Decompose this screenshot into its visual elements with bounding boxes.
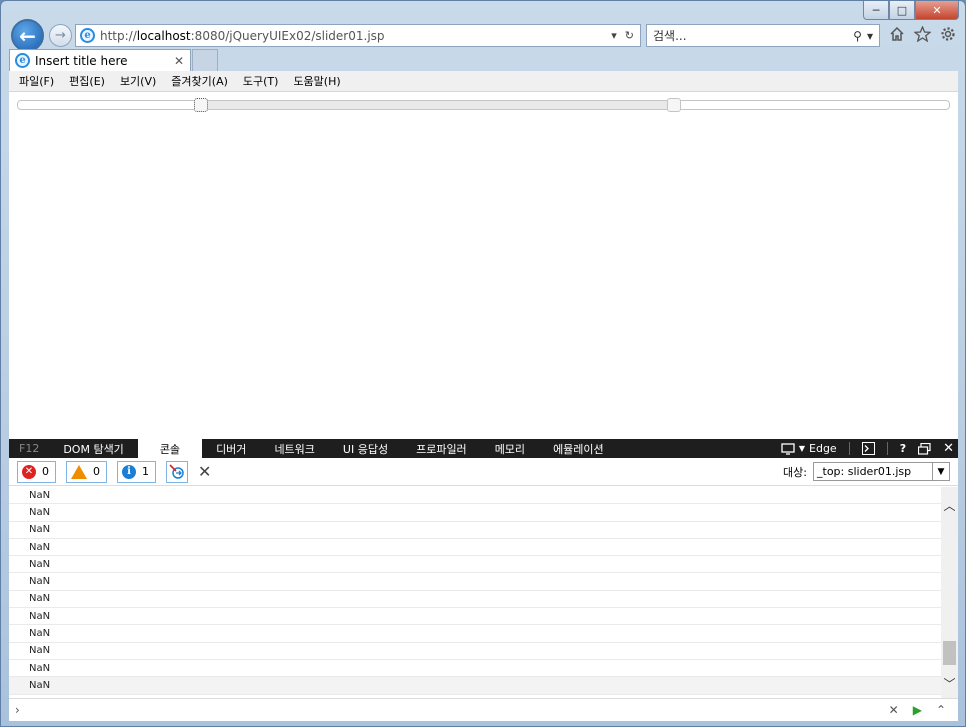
- close-devtools-button[interactable]: ✕: [943, 441, 954, 456]
- target-dropdown[interactable]: _top: slider01.jsp ▼: [813, 462, 950, 481]
- toolbar-icons: [889, 26, 956, 42]
- home-icon[interactable]: [889, 26, 905, 42]
- search-placeholder: 검색...: [653, 29, 687, 43]
- console-toolbar: ✕ 0 0 i 1 ✕ 대상: _top: slider01.jsp ▼: [9, 458, 958, 486]
- search-dropdown-icon[interactable]: ▾: [867, 29, 873, 43]
- forward-arrow-icon: →: [55, 28, 66, 43]
- undock-icon[interactable]: [918, 442, 931, 455]
- help-button[interactable]: ?: [900, 442, 906, 455]
- clear-on-navigate-button[interactable]: [166, 460, 188, 483]
- new-tab-button[interactable]: [192, 49, 218, 71]
- console-log-row: NaN: [9, 643, 941, 660]
- menu-help[interactable]: 도움말(H): [293, 73, 340, 89]
- scroll-up-chevron-icon[interactable]: ︿: [941, 497, 958, 514]
- browser-window: ─ □ ✕ ← → e http://localhost:8080/jQuery…: [0, 0, 966, 727]
- console-log-row: NaN: [9, 522, 941, 539]
- console-output: NaN NaN NaN NaN NaN NaN NaN NaN NaN NaN NaN NaN: [9, 487, 941, 698]
- document-mode-dropdown[interactable]: ▼ Edge: [781, 442, 837, 455]
- console-scrollbar[interactable]: ︿ ﹀: [941, 487, 958, 698]
- separator: [886, 442, 888, 455]
- menu-view[interactable]: 보기(V): [120, 73, 156, 89]
- console-log-row: NaN: [9, 677, 941, 695]
- tab-profiler[interactable]: 프로파일러: [402, 439, 481, 458]
- refresh-icon[interactable]: ↻: [625, 29, 634, 42]
- close-tab-icon[interactable]: ✕: [174, 54, 184, 68]
- back-arrow-icon: ←: [19, 23, 36, 48]
- tab-ie-icon: e: [15, 53, 30, 68]
- tab-network[interactable]: 네트워크: [260, 439, 328, 458]
- address-dropdown-icon[interactable]: ▾: [611, 29, 617, 42]
- warnings-filter-button[interactable]: 0: [66, 460, 107, 483]
- tab-emulation[interactable]: 에뮬레이션: [539, 439, 618, 458]
- target-label: 대상:: [783, 465, 807, 479]
- tab-strip: e Insert title here ✕: [1, 49, 965, 71]
- devtools-f12-label: F12: [19, 442, 40, 455]
- errors-count: 0: [42, 465, 49, 478]
- messages-filter-button[interactable]: i 1: [117, 460, 156, 483]
- console-log-row: NaN: [9, 608, 941, 626]
- tools-gear-icon[interactable]: [940, 26, 956, 42]
- menu-favorites[interactable]: 즐겨찾기(A): [171, 73, 228, 89]
- console-toggle-icon[interactable]: [861, 442, 875, 455]
- clear-input-icon[interactable]: ✕: [889, 703, 899, 717]
- run-script-icon[interactable]: ▶: [913, 703, 922, 717]
- separator: [848, 442, 850, 455]
- developer-tools: F12 DOM 탐색기 콘솔 디버거 네트워크 UI 응답성 프로파일러 메모리…: [9, 439, 958, 721]
- range-slider[interactable]: [17, 98, 950, 112]
- console-log-row: NaN: [9, 504, 941, 522]
- clear-console-icon[interactable]: ✕: [198, 462, 211, 481]
- back-button[interactable]: ←: [11, 19, 44, 52]
- console-log-row: NaN: [9, 573, 941, 591]
- search-box[interactable]: 검색... ⚲ ▾: [646, 24, 880, 47]
- menu-edit[interactable]: 편집(E): [69, 73, 105, 89]
- page-content: [9, 92, 958, 439]
- tab-memory[interactable]: 메모리: [481, 439, 539, 458]
- expand-multiline-icon[interactable]: ⌃: [936, 703, 946, 717]
- tab-ui-responsiveness[interactable]: UI 응답성: [329, 439, 402, 458]
- ie-page-icon: e: [80, 28, 95, 43]
- slider-handle-min[interactable]: [194, 98, 209, 112]
- console-log-row: NaN: [9, 487, 941, 505]
- forward-button[interactable]: →: [49, 24, 72, 47]
- devtools-tab-bar: F12 DOM 탐색기 콘솔 디버거 네트워크 UI 응답성 프로파일러 메모리…: [9, 439, 958, 458]
- error-icon: ✕: [22, 464, 36, 479]
- info-icon: i: [122, 464, 136, 479]
- tab-console[interactable]: 콘솔: [137, 439, 203, 458]
- tab-debugger[interactable]: 디버거: [202, 439, 260, 458]
- document-mode-label: Edge: [809, 442, 837, 455]
- console-log-row: NaN: [9, 556, 941, 574]
- chevron-down-icon: ▼: [932, 463, 949, 480]
- slider-handle-max[interactable]: [667, 98, 682, 112]
- console-log-row: NaN: [9, 539, 941, 557]
- console-log-row: NaN: [9, 660, 941, 678]
- dropdown-caret-icon: ▼: [798, 444, 806, 453]
- address-bar[interactable]: e http://localhost:8080/jQueryUIEx02/sli…: [75, 24, 641, 47]
- tab-dom-explorer[interactable]: DOM 탐색기: [49, 439, 137, 458]
- search-icon[interactable]: ⚲: [853, 29, 862, 43]
- target-selector: 대상: _top: slider01.jsp ▼: [783, 462, 950, 481]
- tab-title: Insert title here: [35, 53, 128, 68]
- favorites-star-icon[interactable]: [914, 26, 931, 42]
- console-log-row: NaN: [9, 625, 941, 643]
- menu-tools[interactable]: 도구(T): [243, 73, 279, 89]
- console-input[interactable]: › ✕ ▶ ⌃: [9, 698, 958, 721]
- errors-filter-button[interactable]: ✕ 0: [17, 460, 56, 483]
- scroll-down-chevron-icon[interactable]: ﹀: [941, 675, 958, 692]
- menu-bar: 파일(F) 편집(E) 보기(V) 즐겨찾기(A) 도구(T) 도움말(H): [9, 71, 958, 92]
- warnings-count: 0: [93, 465, 100, 478]
- menu-file[interactable]: 파일(F): [19, 73, 54, 89]
- warning-icon: [71, 464, 87, 479]
- address-url[interactable]: http://localhost:8080/jQueryUIEx02/slide…: [100, 29, 385, 43]
- browser-tab[interactable]: e Insert title here ✕: [9, 49, 191, 71]
- messages-count: 1: [142, 465, 149, 478]
- target-value: _top: slider01.jsp: [817, 465, 912, 478]
- console-log-row: NaN: [9, 591, 941, 609]
- clear-on-navigate-icon: [169, 463, 184, 479]
- prompt-chevron-icon: ›: [15, 703, 20, 717]
- monitor-icon: [781, 442, 795, 455]
- slider-range: [201, 101, 675, 109]
- scroll-thumb[interactable]: [943, 641, 956, 665]
